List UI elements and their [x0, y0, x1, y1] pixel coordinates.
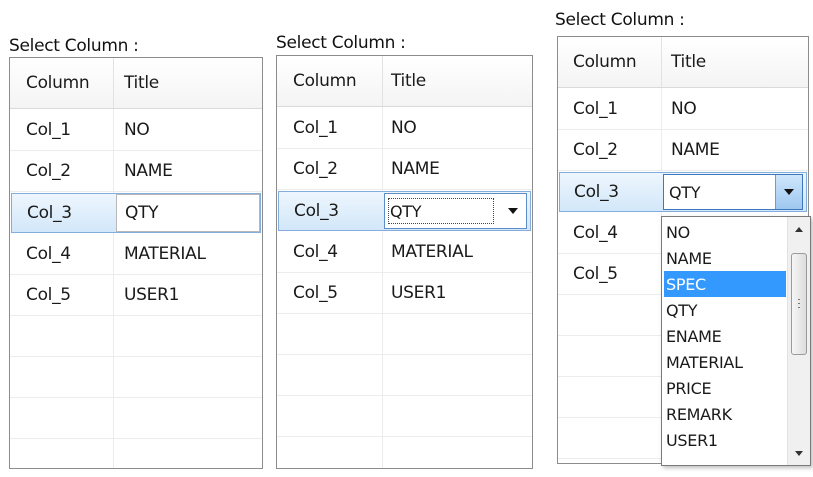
column-cell: Col_1: [573, 99, 618, 119]
dropdown-option[interactable]: NAME: [664, 245, 786, 271]
table-row-selected[interactable]: Col_3 QTY: [11, 193, 261, 233]
dropdown-scrollbar[interactable]: [787, 217, 810, 465]
column-cell: Col_5: [26, 285, 71, 305]
table-row[interactable]: Col_2 NAME: [558, 130, 808, 171]
title-cell[interactable]: MATERIAL: [124, 234, 206, 274]
column-cell: Col_4: [26, 244, 71, 264]
table-row[interactable]: Col_2 NAME: [277, 149, 532, 190]
select-column-panel-2: Select Column : Column Title Col_1 NO Co…: [270, 0, 540, 477]
panel-title: Select Column :: [555, 10, 685, 30]
title-header[interactable]: Title: [124, 58, 254, 108]
column-header[interactable]: Column: [26, 58, 111, 108]
title-header[interactable]: Title: [671, 37, 801, 87]
title-cell[interactable]: NAME: [671, 130, 720, 170]
scroll-thumb[interactable]: [791, 253, 807, 355]
scroll-up-button[interactable]: [788, 219, 810, 239]
column-cell: Col_3: [27, 203, 72, 223]
arrow-down-icon: [795, 450, 803, 456]
title-cell[interactable]: QTY: [125, 194, 159, 232]
dropdown-option[interactable]: NO: [664, 219, 786, 245]
grid-header: Column Title: [277, 56, 532, 107]
title-cell[interactable]: USER1: [124, 275, 179, 315]
table-row[interactable]: Col_5 USER1: [10, 275, 262, 316]
dropdown-option-highlighted[interactable]: SPEC: [664, 271, 786, 297]
title-cell[interactable]: NO: [391, 108, 417, 148]
column-cell: Col_2: [26, 161, 71, 181]
column-grid: Column Title Col_1 NO Col_2 NAME Col_3 Q…: [276, 55, 533, 469]
table-row[interactable]: Col_4 MATERIAL: [277, 232, 532, 273]
column-cell: Col_4: [573, 223, 618, 243]
column-grid: Column Title Col_1 NO Col_2 NAME Col_3 Q…: [9, 57, 263, 469]
table-row-selected[interactable]: Col_3 QTY: [559, 172, 807, 212]
dropdown-arrow-button[interactable]: [775, 175, 802, 209]
scroll-down-button[interactable]: [788, 443, 810, 463]
dropdown-value[interactable]: QTY: [669, 175, 701, 209]
column-cell: Col_2: [293, 159, 338, 179]
dropdown-value[interactable]: QTY: [390, 194, 422, 228]
arrow-up-icon: [795, 226, 803, 232]
dropdown-arrow-button[interactable]: [500, 194, 526, 228]
title-cell[interactable]: USER1: [391, 273, 446, 313]
empty-row: [10, 316, 262, 357]
grid-header: Column Title: [558, 37, 808, 88]
title-cell[interactable]: MATERIAL: [391, 232, 473, 272]
panel-title: Select Column :: [9, 36, 139, 56]
dropdown-option[interactable]: USER1: [664, 427, 786, 453]
dropdown-option[interactable]: QTY: [664, 297, 786, 323]
dropdown-option[interactable]: MATERIAL: [664, 349, 786, 375]
select-column-panel-3: Select Column : Column Title Col_1 NO Co…: [545, 0, 813, 477]
column-header[interactable]: Column: [293, 56, 378, 106]
panel-title: Select Column :: [276, 33, 406, 53]
title-dropdown-editor[interactable]: QTY: [384, 193, 527, 229]
title-header[interactable]: Title: [391, 56, 521, 106]
dropdown-option[interactable]: PRICE: [664, 375, 786, 401]
title-cell[interactable]: NO: [124, 110, 150, 150]
empty-row: [277, 314, 532, 355]
empty-row: [277, 355, 532, 396]
table-row[interactable]: Col_5 USER1: [277, 273, 532, 314]
select-column-panel-1: Select Column : Column Title Col_1 NO Co…: [0, 0, 270, 477]
dropdown-option[interactable]: REMARK: [664, 401, 786, 427]
table-row[interactable]: Col_1 NO: [10, 110, 262, 151]
empty-row: [277, 396, 532, 437]
column-cell: Col_5: [573, 264, 618, 284]
title-dropdown-editor[interactable]: QTY: [663, 174, 803, 210]
grid-header: Column Title: [10, 58, 262, 109]
table-row[interactable]: Col_4 MATERIAL: [10, 234, 262, 275]
title-cell[interactable]: NAME: [391, 149, 440, 189]
column-header[interactable]: Column: [573, 37, 658, 87]
column-cell: Col_3: [294, 201, 339, 221]
dropdown-option[interactable]: ENAME: [664, 323, 786, 349]
table-row[interactable]: Col_1 NO: [277, 108, 532, 149]
empty-row: [10, 398, 262, 439]
table-row-selected[interactable]: Col_3 QTY: [278, 191, 531, 231]
chevron-down-icon: [508, 208, 518, 214]
empty-row: [10, 357, 262, 398]
column-cell: Col_1: [293, 118, 338, 138]
column-cell: Col_2: [573, 140, 618, 160]
column-cell: Col_3: [574, 182, 619, 202]
title-cell[interactable]: NO: [671, 89, 697, 129]
table-row[interactable]: Col_1 NO: [558, 89, 808, 130]
column-cell: Col_4: [293, 242, 338, 262]
chevron-down-icon: [784, 189, 794, 195]
table-row[interactable]: Col_2 NAME: [10, 151, 262, 192]
column-cell: Col_5: [293, 283, 338, 303]
column-cell: Col_1: [26, 120, 71, 140]
title-cell[interactable]: NAME: [124, 151, 173, 191]
title-dropdown-list[interactable]: NO NAME SPEC QTY ENAME MATERIAL PRICE RE…: [661, 216, 811, 466]
